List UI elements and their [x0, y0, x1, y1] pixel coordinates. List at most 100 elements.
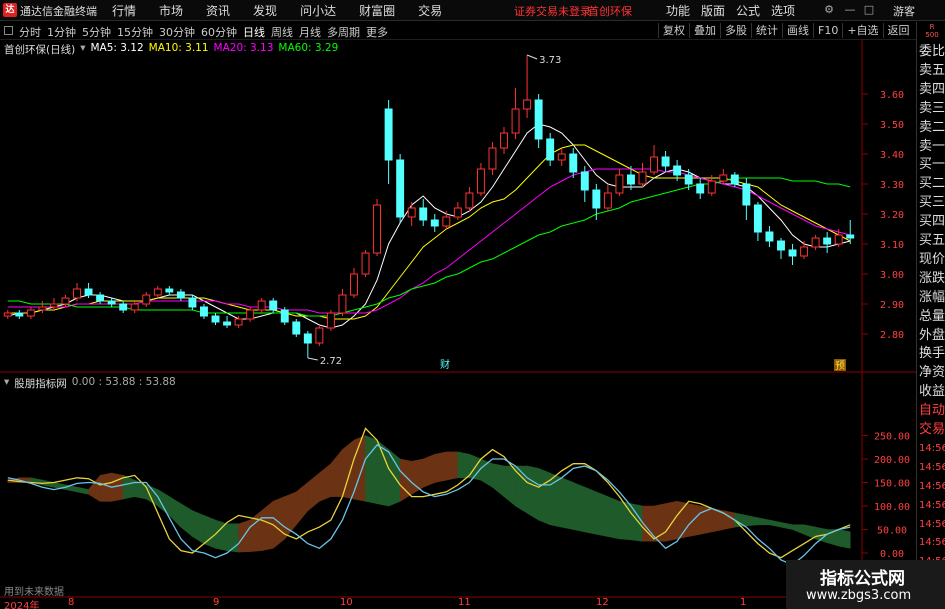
- candle-body: [176, 291, 185, 299]
- sidebar-item-8[interactable]: 买三: [919, 195, 945, 211]
- candle-body: [188, 297, 197, 308]
- indicator-band-segment: [734, 512, 747, 528]
- candle-body: [223, 321, 232, 326]
- candle-body: [523, 99, 532, 110]
- indicator-band-segment: [492, 463, 505, 498]
- candle-body: [442, 216, 451, 227]
- sidebar-item-18[interactable]: 收益: [919, 384, 945, 400]
- sidebar-item-14[interactable]: 总量: [919, 309, 945, 325]
- price-tick-label: 3.50: [880, 120, 904, 131]
- candle-body: [407, 207, 416, 218]
- sidebar-item-20[interactable]: 交易: [919, 422, 945, 438]
- candle-body: [511, 108, 520, 134]
- indicator-band-segment: [249, 510, 262, 552]
- sidebar-item-15[interactable]: 外盘: [919, 328, 945, 344]
- sidebar-item-3[interactable]: 卖三: [919, 101, 945, 117]
- future-data-note: 用到未来数据: [4, 587, 64, 598]
- candle-body: [303, 333, 312, 344]
- candle-body: [234, 318, 243, 326]
- sidebar-item-6[interactable]: 买一: [919, 157, 945, 173]
- low-marker-line: [307, 357, 318, 361]
- indicator-band-segment: [284, 491, 297, 540]
- price-tick-label: 2.80: [880, 330, 904, 341]
- high-price-label: 3.73: [539, 55, 561, 66]
- sidebar-item-4[interactable]: 卖二: [919, 120, 945, 136]
- date-tick-5: 12: [596, 597, 609, 608]
- indicator-band-segment: [607, 496, 620, 540]
- ma-line-ma10: [7, 144, 851, 320]
- sidebar-item-21[interactable]: 14:56: [919, 441, 945, 457]
- candle-body: [350, 273, 358, 296]
- date-axis: 2024年 8 9 10 11 12 1: [0, 597, 916, 609]
- candle-body: [61, 297, 70, 305]
- candle-body: [257, 300, 266, 311]
- candle-body: [326, 312, 335, 329]
- candle-body: [626, 174, 635, 185]
- candle-body: [465, 192, 474, 209]
- candle-body: [165, 288, 174, 293]
- indicator-band-segment: [330, 448, 343, 497]
- price-tick-label: 3.00: [880, 270, 904, 281]
- sidebar-item-7[interactable]: 买二: [919, 176, 945, 192]
- sidebar-item-25[interactable]: 14:56: [919, 517, 945, 533]
- candle-body: [569, 153, 578, 173]
- candle-body: [476, 168, 485, 194]
- candle-body: [142, 294, 151, 305]
- candle-body: [638, 171, 647, 185]
- candle-body: [500, 132, 508, 149]
- candle-body: [119, 303, 128, 311]
- sidebar-item-1[interactable]: 卖五: [919, 63, 945, 79]
- ind-tick-label: 150.00: [874, 479, 910, 490]
- candle-body: [834, 234, 843, 245]
- sidebar-item-11[interactable]: 现价: [919, 252, 945, 268]
- sidebar-item-23[interactable]: 14:56: [919, 479, 945, 495]
- candle-body: [107, 300, 116, 305]
- candle-body: [580, 171, 589, 191]
- indicator-band-segment: [319, 463, 332, 502]
- candle-body: [130, 303, 139, 311]
- sidebar-item-9[interactable]: 买四: [919, 214, 945, 230]
- indicator-band-segment: [203, 514, 216, 549]
- candle-body: [396, 159, 405, 218]
- sidebar-item-16[interactable]: 换手: [919, 346, 945, 362]
- indicator-band-segment: [422, 453, 436, 488]
- candle-body: [684, 174, 693, 185]
- sidebar-item-10[interactable]: 买五: [919, 233, 945, 249]
- candle-body: [592, 189, 601, 209]
- date-tick-0: 2024年: [4, 601, 40, 609]
- indicator-band-segment: [261, 500, 274, 552]
- sidebar-item-12[interactable]: 涨跌: [919, 271, 945, 287]
- candle-body: [269, 300, 278, 311]
- sidebar-item-22[interactable]: 14:56: [919, 460, 945, 476]
- date-tick-4: 11: [458, 597, 471, 608]
- sidebar-item-13[interactable]: 涨幅: [919, 290, 945, 306]
- indicator-band-segment: [169, 496, 182, 528]
- sidebar-item-24[interactable]: 14:56: [919, 498, 945, 514]
- candle-body: [49, 303, 58, 308]
- sidebar-item-5[interactable]: 卖一: [919, 139, 945, 155]
- indicator-band-segment: [76, 486, 89, 495]
- finance-event-marker: 财: [440, 358, 450, 371]
- candle-body: [211, 315, 220, 323]
- indicator-band-segment: [757, 517, 770, 526]
- indicator-band-segment: [538, 467, 551, 526]
- sidebar-item-2[interactable]: 卖四: [919, 82, 945, 98]
- sidebar-item-26[interactable]: 14:56: [919, 535, 945, 551]
- ind-tick-label: 50.00: [877, 526, 907, 537]
- chart-area[interactable]: 2.80 2.90 3.00 3.10 3.20 3.30 3.40 3.50 3.60 3.73…: [0, 0, 916, 598]
- indicator-band-segment: [122, 475, 136, 500]
- candle-body: [765, 231, 774, 242]
- sidebar-item-17[interactable]: 净资: [919, 365, 945, 381]
- date-tick-3: 10: [340, 597, 353, 608]
- sidebar-item-0[interactable]: 委比: [919, 44, 945, 60]
- candle-body: [15, 312, 24, 317]
- low-price-label: 2.72: [320, 356, 342, 367]
- indicator-band-segment: [295, 481, 309, 526]
- sidebar-item-19[interactable]: 自动: [919, 403, 945, 419]
- watermark: 指标公式网 www.zbgs3.com: [786, 560, 945, 609]
- candle-body: [823, 237, 832, 245]
- date-tick-6: 1: [740, 597, 747, 608]
- candle-body: [384, 108, 393, 161]
- price-tick-label: 2.90: [880, 300, 904, 311]
- price-tick-label: 3.20: [880, 210, 904, 221]
